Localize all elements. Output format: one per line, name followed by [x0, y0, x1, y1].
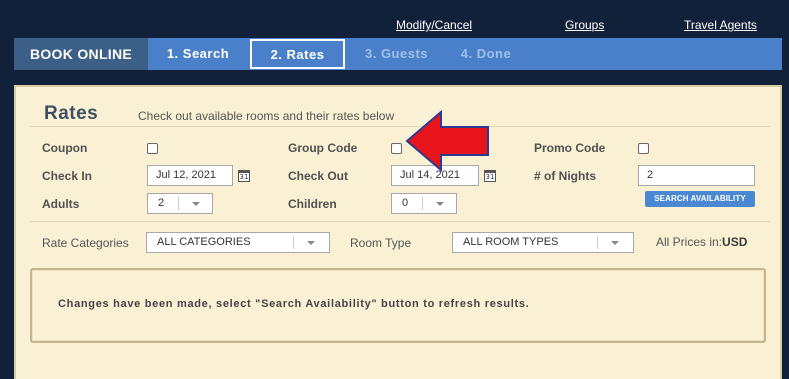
select-separator: [293, 236, 294, 249]
check-out-label: Check Out: [288, 169, 349, 183]
top-links: Modify/Cancel Groups Travel Agents: [0, 0, 789, 38]
rate-categories-label: Rate Categories: [42, 236, 129, 250]
promo-code-checkbox[interactable]: [638, 143, 649, 154]
tab-guests: 3. Guests: [364, 46, 429, 61]
promo-code-label: Promo Code: [534, 141, 606, 155]
search-availability-button[interactable]: SEARCH AVAILABILITY: [645, 191, 755, 207]
prices-currency: All Prices in:USD: [656, 235, 747, 249]
check-in-label: Check In: [42, 169, 93, 183]
currency-value: USD: [722, 235, 748, 249]
message-box: Changes have been made, select "Search A…: [30, 268, 766, 343]
page-title: Rates: [44, 103, 99, 124]
coupon-label: Coupon: [42, 141, 88, 155]
group-code-label: Group Code: [288, 141, 358, 155]
nights-label: # of Nights: [534, 169, 596, 183]
travel-agents-link[interactable]: Travel Agents: [684, 18, 757, 32]
chevron-down-icon: [611, 241, 619, 245]
room-type-select[interactable]: ALL ROOM TYPES: [452, 232, 634, 253]
rate-categories-select[interactable]: ALL CATEGORIES: [146, 232, 330, 253]
nights-input[interactable]: 2: [638, 165, 755, 186]
divider-top: [30, 126, 770, 127]
chevron-down-icon: [192, 202, 200, 206]
tab-rates[interactable]: 2. Rates: [250, 39, 345, 69]
refresh-message: Changes have been made, select "Search A…: [58, 298, 530, 310]
book-online-label: BOOK ONLINE: [14, 38, 148, 70]
select-separator: [422, 197, 423, 210]
adults-label: Adults: [42, 197, 80, 211]
booking-steps-nav: BOOK ONLINE 1. Search 2. Rates 3. Guests…: [14, 38, 782, 70]
group-code-checkbox[interactable]: [391, 143, 402, 154]
adults-select[interactable]: 2: [147, 193, 213, 214]
tab-search[interactable]: 1. Search: [148, 38, 248, 70]
chevron-down-icon: [307, 241, 315, 245]
red-arrow-icon: [405, 110, 489, 172]
children-select[interactable]: 0: [391, 193, 457, 214]
adults-value: 2: [158, 197, 165, 209]
chevron-down-icon: [436, 202, 444, 206]
children-value: 0: [402, 197, 409, 209]
coupon-checkbox[interactable]: [147, 143, 158, 154]
calendar-icon[interactable]: 31: [238, 170, 250, 182]
divider-middle: [30, 221, 770, 222]
modify-cancel-link[interactable]: Modify/Cancel: [396, 18, 472, 32]
select-separator: [597, 236, 598, 249]
select-separator: [178, 197, 179, 210]
room-type-value: ALL ROOM TYPES: [463, 236, 559, 248]
groups-link[interactable]: Groups: [565, 18, 604, 32]
check-in-input[interactable]: Jul 12, 2021: [147, 165, 233, 186]
room-type-label: Room Type: [350, 236, 412, 250]
rate-categories-value: ALL CATEGORIES: [157, 236, 251, 248]
page-subtitle: Check out available rooms and their rate…: [138, 109, 395, 123]
tab-done: 4. Done: [460, 46, 512, 61]
prices-label: All Prices in:: [656, 235, 723, 249]
children-label: Children: [288, 197, 337, 211]
